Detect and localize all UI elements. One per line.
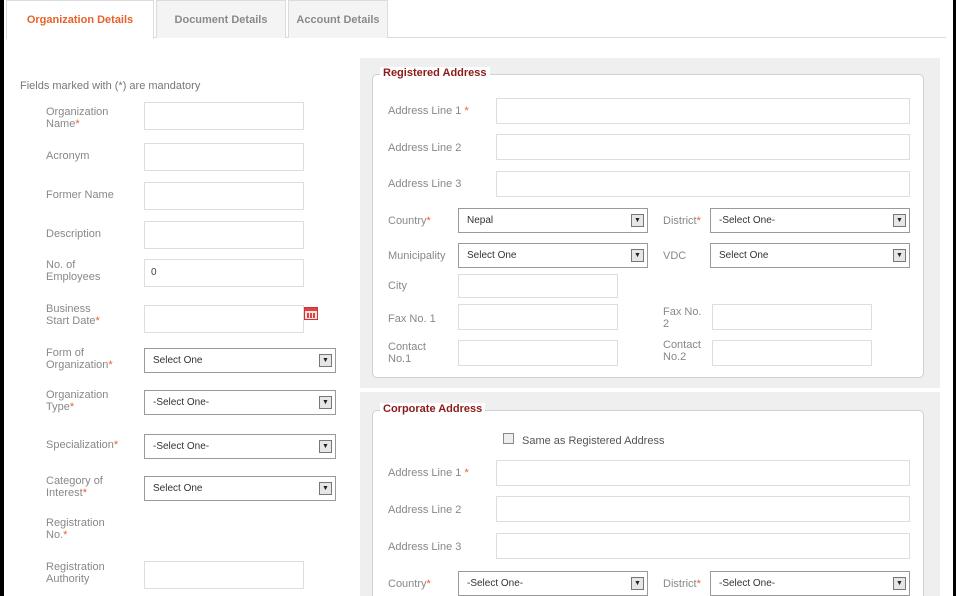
reg-contact2-input[interactable]: [712, 340, 872, 366]
former-name-label: Former Name: [46, 189, 114, 201]
reg-authority-label: Registration Authority: [46, 561, 105, 585]
corp-district-label: District*: [663, 578, 701, 590]
chevron-down-icon[interactable]: ▼: [893, 249, 906, 262]
chevron-down-icon[interactable]: ▼: [319, 482, 332, 495]
corp-line3-label: Address Line 3: [388, 541, 462, 553]
category-select[interactable]: Select One ▼: [144, 476, 336, 501]
form-of-org-select[interactable]: Select One ▼: [144, 348, 336, 373]
corp-country-label: Country*: [388, 578, 431, 590]
corp-line2-label: Address Line 2: [388, 504, 462, 516]
form-of-org-label: Form of Organization*: [46, 347, 113, 371]
reg-country-label: Country*: [388, 215, 431, 227]
employees-input[interactable]: 0: [144, 259, 304, 287]
reg-vdc-label: VDC: [663, 250, 687, 262]
corp-line2-input[interactable]: [496, 496, 910, 522]
mandatory-note: Fields marked with (*) are mandatory: [20, 80, 201, 92]
start-date-label: Business Start Date*: [46, 303, 100, 327]
reg-district-label: District*: [663, 215, 701, 227]
reg-line1-input[interactable]: [496, 98, 910, 124]
chevron-down-icon[interactable]: ▼: [319, 354, 332, 367]
org-name-label: Organization Name*: [46, 106, 109, 130]
reg-line2-input[interactable]: [496, 134, 910, 160]
corp-district-select[interactable]: -Select One- ▼: [710, 571, 910, 596]
reg-contact2-label: Contact No.2: [663, 339, 701, 363]
reg-fax2-input[interactable]: [712, 304, 872, 330]
org-type-label: Organization Type*: [46, 389, 109, 413]
reg-city-label: City: [388, 280, 407, 292]
reg-fax1-label: Fax No. 1: [388, 313, 436, 325]
reg-line1-label: Address Line 1 *: [388, 105, 469, 117]
acronym-label: Acronym: [46, 150, 90, 162]
chevron-down-icon[interactable]: ▼: [631, 577, 644, 590]
org-type-select[interactable]: -Select One- ▼: [144, 390, 336, 415]
employees-label: No. of Employees: [46, 259, 101, 283]
same-as-registered-label: Same as Registered Address: [522, 435, 665, 447]
reg-vdc-select[interactable]: Select One ▼: [710, 243, 910, 268]
chevron-down-icon[interactable]: ▼: [319, 396, 332, 409]
chevron-down-icon[interactable]: ▼: [893, 214, 906, 227]
reg-contact1-input[interactable]: [458, 340, 618, 366]
reg-authority-input[interactable]: [144, 561, 304, 589]
org-name-input[interactable]: [144, 102, 304, 130]
category-label: Category of Interest*: [46, 475, 103, 499]
reg-fax2-label: Fax No. 2: [663, 306, 702, 330]
chevron-down-icon[interactable]: ▼: [893, 577, 906, 590]
tab-organization-details[interactable]: Organization Details: [6, 0, 154, 39]
specialization-select[interactable]: -Select One- ▼: [144, 434, 336, 459]
description-input[interactable]: [144, 221, 304, 249]
reg-contact1-label: Contact No.1: [388, 341, 426, 365]
reg-country-select[interactable]: Nepal ▼: [458, 208, 648, 233]
acronym-input[interactable]: [144, 143, 304, 171]
chevron-down-icon[interactable]: ▼: [631, 214, 644, 227]
window-border-left: [0, 0, 4, 596]
reg-line3-label: Address Line 3: [388, 178, 462, 190]
specialization-label: Specialization*: [46, 439, 119, 451]
calendar-icon[interactable]: [304, 307, 318, 320]
reg-city-input[interactable]: [458, 274, 618, 298]
tab-bar: Organization Details Document Details Ac…: [6, 0, 946, 39]
reg-no-label: Registration No.*: [46, 517, 105, 541]
corp-line3-input[interactable]: [496, 533, 910, 559]
reg-district-select[interactable]: -Select One- ▼: [710, 208, 910, 233]
former-name-input[interactable]: [144, 182, 304, 210]
corporate-address-legend: Corporate Address: [380, 403, 486, 415]
chevron-down-icon[interactable]: ▼: [319, 440, 332, 453]
tab-account-details[interactable]: Account Details: [288, 0, 388, 38]
registered-address-legend: Registered Address: [380, 67, 490, 79]
start-date-input[interactable]: [144, 305, 304, 333]
reg-line3-input[interactable]: [496, 171, 910, 197]
tab-document-details[interactable]: Document Details: [156, 0, 286, 38]
corp-country-select[interactable]: -Select One- ▼: [458, 571, 648, 596]
reg-fax1-input[interactable]: [458, 304, 618, 330]
description-label: Description: [46, 228, 102, 240]
reg-municipality-select[interactable]: Select One ▼: [458, 243, 648, 268]
reg-line2-label: Address Line 2: [388, 142, 462, 154]
same-as-registered-checkbox[interactable]: [503, 433, 514, 444]
corp-line1-input[interactable]: [496, 460, 910, 486]
corp-line1-label: Address Line 1 *: [388, 467, 469, 479]
chevron-down-icon[interactable]: ▼: [631, 249, 644, 262]
reg-municipality-label: Municipality: [388, 250, 446, 262]
